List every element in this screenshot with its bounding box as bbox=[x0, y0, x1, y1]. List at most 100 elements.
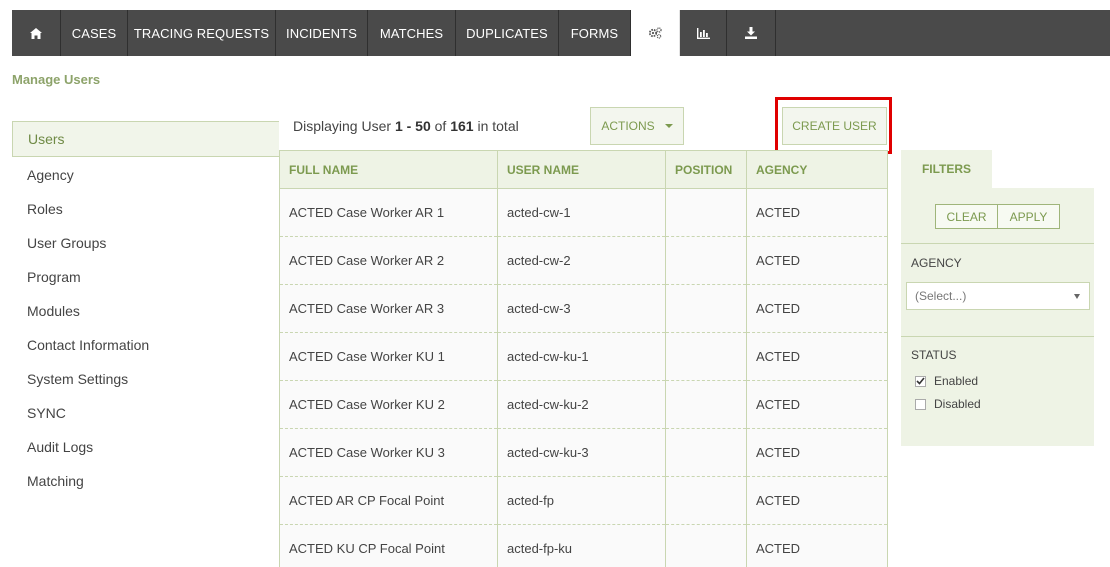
nav-reports[interactable] bbox=[680, 10, 727, 56]
admin-sidebar: Users Agency Roles User Groups Program M… bbox=[12, 121, 279, 498]
bar-chart-icon bbox=[696, 27, 710, 39]
sidebar-item-system-settings[interactable]: System Settings bbox=[12, 362, 279, 396]
record-count-range: 1 - 50 bbox=[394, 118, 431, 134]
table-row[interactable]: ACTED AR CP Focal Point acted-fp ACTED bbox=[279, 476, 888, 525]
sidebar-item-user-groups[interactable]: User Groups bbox=[12, 226, 279, 260]
table-row[interactable]: ACTED Case Worker KU 2 acted-cw-ku-2 ACT… bbox=[279, 380, 888, 429]
cell-position bbox=[665, 284, 747, 333]
checkbox-enabled[interactable] bbox=[915, 375, 926, 387]
nav-duplicates[interactable]: DUPLICATES bbox=[456, 10, 559, 56]
users-table: FULL NAME USER NAME POSITION AGENCY ACTE… bbox=[279, 150, 888, 567]
column-header-agency[interactable]: AGENCY bbox=[746, 150, 888, 189]
nav-incidents[interactable]: INCIDENTS bbox=[276, 10, 368, 56]
cell-user-name: acted-cw-ku-2 bbox=[497, 380, 666, 429]
settings-gears-icon bbox=[648, 27, 662, 39]
nav-settings[interactable] bbox=[631, 10, 680, 56]
cell-full-name[interactable]: ACTED Case Worker AR 3 bbox=[279, 284, 498, 333]
sidebar-item-program[interactable]: Program bbox=[12, 260, 279, 294]
page-title: Manage Users bbox=[12, 72, 101, 87]
filter-divider bbox=[901, 243, 1094, 244]
filters-panel: CLEAR APPLY AGENCY (Select...) STATUS En… bbox=[901, 188, 1094, 446]
status-filter-label: STATUS bbox=[911, 348, 957, 362]
nav-home[interactable] bbox=[12, 10, 61, 56]
checkbox-disabled[interactable] bbox=[915, 398, 926, 410]
status-enabled-label: Enabled bbox=[934, 374, 979, 388]
sidebar-item-contact-information[interactable]: Contact Information bbox=[12, 328, 279, 362]
cell-agency: ACTED bbox=[746, 284, 888, 333]
filter-divider bbox=[901, 336, 1094, 337]
cell-position bbox=[665, 428, 747, 477]
cell-position bbox=[665, 332, 747, 381]
cell-position bbox=[665, 380, 747, 429]
sidebar-item-agency[interactable]: Agency bbox=[12, 158, 279, 192]
nav-forms[interactable]: FORMS bbox=[559, 10, 631, 56]
cell-full-name[interactable]: ACTED AR CP Focal Point bbox=[279, 476, 498, 525]
sidebar-item-audit-logs[interactable]: Audit Logs bbox=[12, 430, 279, 464]
cell-full-name[interactable]: ACTED Case Worker AR 1 bbox=[279, 188, 498, 237]
download-icon bbox=[745, 27, 757, 39]
status-disabled-label: Disabled bbox=[934, 397, 981, 411]
cell-position bbox=[665, 476, 747, 525]
nav-cases[interactable]: CASES bbox=[61, 10, 128, 56]
cell-position bbox=[665, 188, 747, 237]
cell-full-name[interactable]: ACTED Case Worker KU 2 bbox=[279, 380, 498, 429]
cell-full-name[interactable]: ACTED Case Worker KU 1 bbox=[279, 332, 498, 381]
cell-user-name: acted-cw-2 bbox=[497, 236, 666, 285]
sidebar-item-modules[interactable]: Modules bbox=[12, 294, 279, 328]
sidebar-item-matching[interactable]: Matching bbox=[12, 464, 279, 498]
cell-user-name: acted-cw-ku-3 bbox=[497, 428, 666, 477]
filters-tab[interactable]: FILTERS bbox=[901, 150, 992, 188]
actions-button-label: ACTIONS bbox=[601, 119, 655, 133]
record-count-total: 161 bbox=[450, 118, 474, 134]
cell-user-name: acted-cw-3 bbox=[497, 284, 666, 333]
table-row[interactable]: ACTED Case Worker KU 1 acted-cw-ku-1 ACT… bbox=[279, 332, 888, 381]
cell-position bbox=[665, 524, 747, 567]
create-user-button[interactable]: CREATE USER bbox=[782, 107, 887, 145]
cell-agency: ACTED bbox=[746, 476, 888, 525]
agency-select[interactable]: (Select...) bbox=[906, 282, 1090, 310]
column-header-user-name[interactable]: USER NAME bbox=[497, 150, 666, 189]
cell-agency: ACTED bbox=[746, 524, 888, 567]
checkmark-icon bbox=[916, 377, 925, 385]
column-header-full-name[interactable]: FULL NAME bbox=[279, 150, 498, 189]
cell-agency: ACTED bbox=[746, 236, 888, 285]
table-row[interactable]: ACTED Case Worker AR 3 acted-cw-3 ACTED bbox=[279, 284, 888, 333]
cell-agency: ACTED bbox=[746, 380, 888, 429]
home-icon bbox=[30, 27, 42, 39]
record-count-of: of bbox=[430, 118, 451, 134]
cell-agency: ACTED bbox=[746, 428, 888, 477]
table-row[interactable]: ACTED Case Worker AR 1 acted-cw-1 ACTED bbox=[279, 188, 888, 237]
table-row[interactable]: ACTED Case Worker KU 3 acted-cw-ku-3 ACT… bbox=[279, 428, 888, 477]
status-enabled-option[interactable]: Enabled bbox=[915, 374, 978, 388]
record-count-prefix: Displaying User bbox=[293, 118, 395, 134]
apply-filters-button[interactable]: APPLY bbox=[998, 204, 1060, 229]
nav-tracing-requests[interactable]: TRACING REQUESTS bbox=[128, 10, 276, 56]
status-disabled-option[interactable]: Disabled bbox=[915, 397, 981, 411]
sidebar-item-sync[interactable]: SYNC bbox=[12, 396, 279, 430]
cell-full-name[interactable]: ACTED KU CP Focal Point bbox=[279, 524, 498, 567]
filter-button-group: CLEAR APPLY bbox=[935, 204, 1060, 229]
table-row[interactable]: ACTED KU CP Focal Point acted-fp-ku ACTE… bbox=[279, 524, 888, 567]
cell-agency: ACTED bbox=[746, 188, 888, 237]
cell-full-name[interactable]: ACTED Case Worker KU 3 bbox=[279, 428, 498, 477]
select-arrow-icon bbox=[1074, 294, 1080, 299]
cell-user-name: acted-fp-ku bbox=[497, 524, 666, 567]
nav-matches[interactable]: MATCHES bbox=[368, 10, 456, 56]
table-row[interactable]: ACTED Case Worker AR 2 acted-cw-2 ACTED bbox=[279, 236, 888, 285]
column-header-position[interactable]: POSITION bbox=[665, 150, 747, 189]
main-navigation: CASES TRACING REQUESTS INCIDENTS MATCHES… bbox=[12, 10, 1110, 56]
record-count: Displaying User 1 - 50 of 161 in total bbox=[293, 118, 519, 134]
top-bar: CASES TRACING REQUESTS INCIDENTS MATCHES… bbox=[0, 0, 1110, 56]
caret-down-icon bbox=[664, 124, 673, 128]
table-header-row: FULL NAME USER NAME POSITION AGENCY bbox=[279, 150, 888, 189]
sidebar-item-roles[interactable]: Roles bbox=[12, 192, 279, 226]
record-count-suffix: in total bbox=[473, 118, 519, 134]
clear-filters-button[interactable]: CLEAR bbox=[935, 204, 998, 229]
cell-user-name: acted-fp bbox=[497, 476, 666, 525]
cell-full-name[interactable]: ACTED Case Worker AR 2 bbox=[279, 236, 498, 285]
actions-dropdown-button[interactable]: ACTIONS bbox=[590, 107, 684, 145]
sidebar-item-users[interactable]: Users bbox=[12, 121, 279, 157]
agency-filter-label: AGENCY bbox=[911, 256, 962, 270]
nav-export[interactable] bbox=[727, 10, 776, 56]
cell-user-name: acted-cw-ku-1 bbox=[497, 332, 666, 381]
